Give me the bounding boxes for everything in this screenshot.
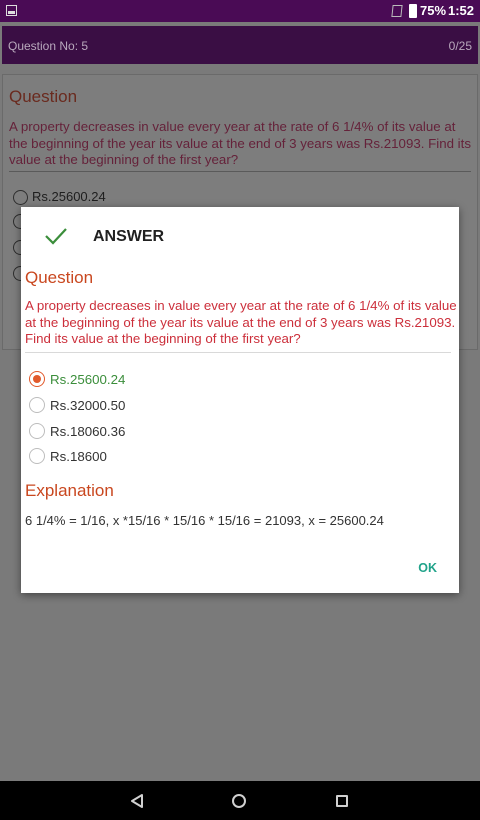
answer-dialog: ANSWER Question A property decreases in … [21, 207, 459, 593]
option-label: Rs.18060.36 [50, 424, 126, 439]
explanation-title: Explanation [25, 481, 114, 500]
battery-icon [409, 4, 417, 18]
score-counter: 0/25 [448, 39, 472, 53]
radio-icon[interactable] [29, 448, 45, 464]
option-label: Rs.25600.24 [50, 372, 126, 387]
home-circle-icon[interactable] [232, 794, 246, 808]
background-option-label: Rs.25600.24 [32, 189, 106, 204]
ok-button[interactable]: OK [418, 561, 437, 575]
question-text: A property decreases in value every year… [25, 298, 457, 346]
radio-icon[interactable] [29, 423, 45, 439]
status-bar: 75% 1:52 [0, 0, 480, 22]
background-question-title: Question [9, 87, 78, 106]
radio-selected-icon[interactable] [29, 371, 45, 387]
clock-time: 1:52 [448, 3, 475, 18]
quiz-header: Question No: 5 0/25 [2, 26, 478, 64]
option-label: Rs.32000.50 [50, 398, 126, 413]
screenshot-icon [6, 5, 17, 16]
check-icon [45, 228, 67, 245]
background-question-text: A property decreases in value every year… [9, 119, 471, 167]
battery-percent: 75% [420, 3, 447, 18]
navigation-bar [0, 781, 480, 820]
background-divider [9, 171, 471, 172]
dialog-title: ANSWER [93, 228, 165, 245]
option-label: Rs.18600 [50, 449, 107, 464]
radio-icon[interactable] [29, 397, 45, 413]
recents-square-icon[interactable] [336, 795, 348, 807]
explanation-text: 6 1/4% = 1/16, x *15/16 * 15/16 * 15/16 … [25, 513, 384, 528]
background-option-1: Rs.25600.24 [13, 189, 106, 206]
question-number: Question No: 5 [8, 39, 89, 53]
question-divider [25, 352, 451, 353]
back-triangle-icon[interactable] [130, 794, 144, 808]
sim-off-icon [391, 5, 403, 17]
radio-icon [13, 190, 28, 206]
question-title: Question [25, 268, 94, 287]
